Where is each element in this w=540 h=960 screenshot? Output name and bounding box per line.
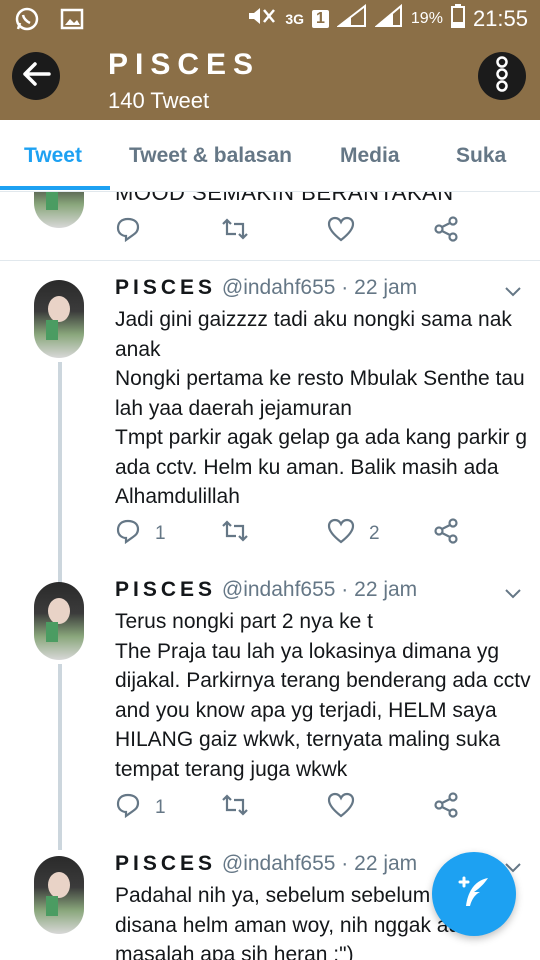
retweet-button[interactable] (220, 792, 250, 824)
arrow-left-icon (21, 61, 51, 92)
retweet-button[interactable] (220, 216, 250, 248)
heart-icon (327, 216, 355, 248)
retweet-icon (220, 792, 250, 824)
author-handle[interactable]: @indahf655 (222, 276, 336, 299)
reply-icon (115, 216, 141, 248)
signal-icon-2 (374, 3, 403, 34)
tweet-text: Terus nongki part 2 nya ke t The Praja t… (115, 610, 531, 781)
separator: · (341, 578, 349, 601)
network-type: 3G (285, 11, 304, 27)
tweet-feed[interactable]: MOOD SEMAKIN BERANTAKAN PISCES @indahf65… (0, 192, 540, 960)
avatar[interactable] (34, 582, 84, 660)
author-name[interactable]: PISCES (115, 276, 216, 299)
battery-icon (450, 4, 465, 34)
avatar[interactable] (34, 280, 84, 358)
thread-line (58, 664, 62, 850)
clock: 21:55 (472, 6, 528, 31)
profile-tabs: Tweet Tweet & balasan Media Suka (0, 120, 540, 192)
chevron-down-icon[interactable] (504, 282, 522, 300)
status-bar: 3G 1 19% 21:55 (0, 0, 540, 36)
back-button[interactable] (12, 52, 60, 100)
thread-line (58, 362, 62, 584)
like-count: 2 (369, 523, 380, 544)
page-title: PISCES (108, 48, 261, 81)
tweet-text: Jadi gini gaizzzz tadi aku nongki sama n… (115, 308, 528, 508)
more-options-button[interactable] (478, 52, 526, 100)
tweet-count: 140 Tweet (108, 88, 210, 113)
tweet-header: PISCES @indahf655 · 22 jam (115, 852, 417, 876)
tweet-time: 22 jam (354, 852, 418, 875)
like-button[interactable] (327, 216, 355, 248)
heart-icon (327, 792, 355, 824)
tweet-actions (115, 216, 515, 246)
retweet-icon (220, 216, 250, 248)
divider (0, 260, 540, 261)
heart-icon (327, 518, 355, 550)
chevron-down-icon[interactable] (504, 584, 522, 602)
tweet-time: 22 jam (354, 578, 418, 601)
tweet-actions: 1 (115, 792, 515, 822)
gallery-icon (60, 7, 84, 36)
clipped-tweet-text: MOOD SEMAKIN BERANTAKAN (115, 192, 454, 205)
tab-tweet-replies[interactable]: Tweet & balasan (129, 144, 292, 168)
share-icon (433, 216, 459, 248)
author-name[interactable]: PISCES (115, 578, 216, 601)
sim-badge: 1 (312, 10, 329, 28)
reply-button[interactable]: 1 (115, 792, 166, 824)
share-button[interactable] (433, 792, 459, 824)
reply-button[interactable]: 1 (115, 518, 166, 550)
reply-count: 1 (155, 523, 166, 544)
share-icon (433, 792, 459, 824)
author-handle[interactable]: @indahf655 (222, 578, 336, 601)
tweet-time: 22 jam (354, 276, 418, 299)
share-button[interactable] (433, 216, 459, 248)
reply-button[interactable] (115, 216, 141, 248)
compose-tweet-button[interactable] (432, 852, 516, 936)
mute-icon (247, 5, 277, 33)
separator: · (341, 852, 349, 875)
retweet-button[interactable] (220, 518, 250, 550)
avatar[interactable] (34, 856, 84, 934)
active-tab-indicator (0, 186, 110, 190)
author-name[interactable]: PISCES (115, 852, 216, 875)
author-handle[interactable]: @indahf655 (222, 852, 336, 875)
profile-header: PISCES 140 Tweet (0, 36, 540, 120)
share-icon (433, 518, 459, 550)
retweet-icon (220, 518, 250, 550)
compose-feather-icon (454, 872, 494, 917)
whatsapp-icon (14, 6, 40, 37)
signal-icon (335, 3, 367, 34)
tweet-header: PISCES @indahf655 · 22 jam (115, 276, 417, 300)
battery-percent: 19% (410, 10, 443, 27)
more-vertical-icon (495, 55, 509, 97)
like-button[interactable]: 2 (327, 518, 380, 550)
like-button[interactable] (327, 792, 355, 824)
separator: · (341, 276, 349, 299)
tweet-header: PISCES @indahf655 · 22 jam (115, 578, 417, 602)
reply-icon (115, 518, 141, 550)
reply-icon (115, 792, 141, 824)
tweet-actions: 1 2 (115, 518, 515, 548)
share-button[interactable] (433, 518, 459, 550)
reply-count: 1 (155, 797, 166, 818)
tab-likes[interactable]: Suka (456, 144, 506, 168)
tab-tweet[interactable]: Tweet (24, 144, 82, 168)
tab-media[interactable]: Media (340, 144, 400, 168)
avatar[interactable] (34, 192, 84, 228)
